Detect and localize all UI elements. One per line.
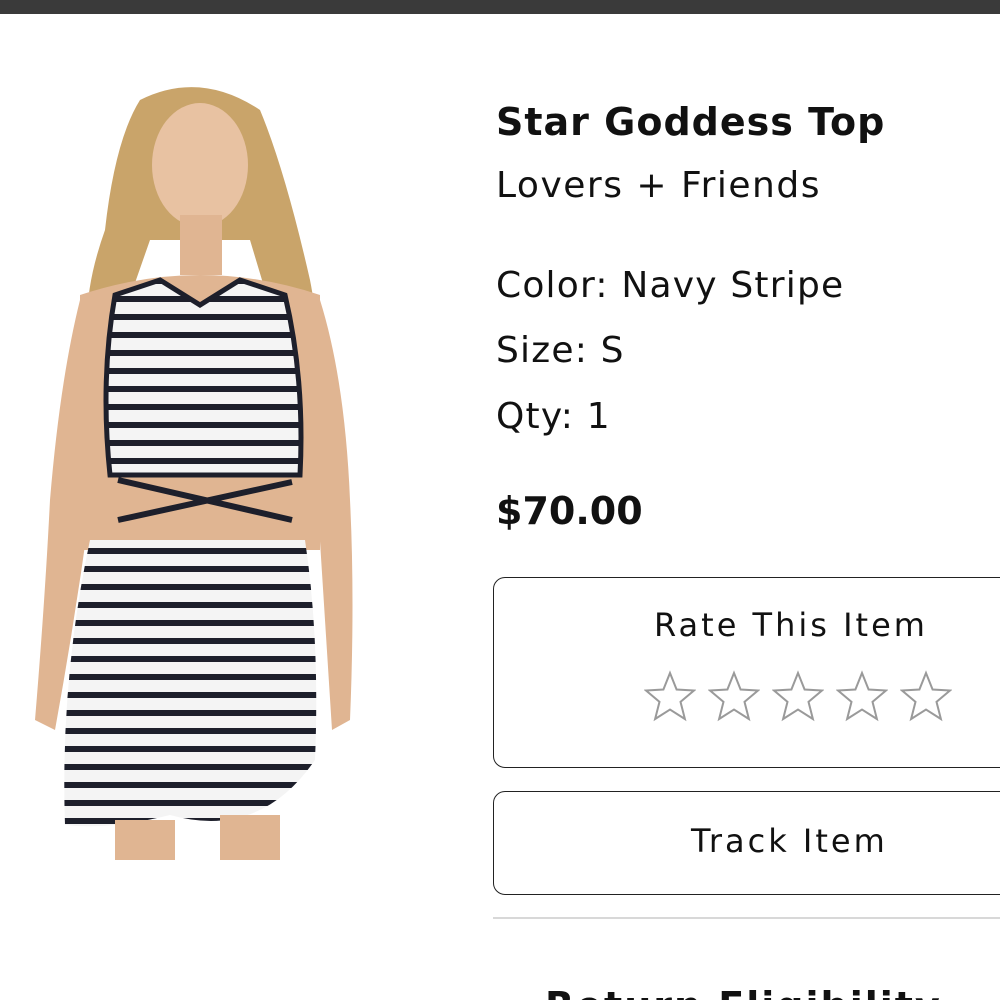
rate-item-label: Rate This Item bbox=[654, 606, 928, 644]
star-4-icon[interactable] bbox=[836, 670, 888, 722]
product-info: Star Goddess Top Lovers + Friends Color:… bbox=[496, 98, 1000, 535]
rate-item-card: Rate This Item bbox=[493, 577, 1000, 768]
star-3-icon[interactable] bbox=[772, 670, 824, 722]
track-item-label: Track Item bbox=[691, 822, 888, 860]
product-title: Star Goddess Top bbox=[496, 100, 886, 144]
product-image[interactable] bbox=[20, 80, 380, 860]
product-quantity: Qty: 1 bbox=[496, 396, 611, 437]
star-2-icon[interactable] bbox=[708, 670, 760, 722]
track-item-button[interactable]: Track Item bbox=[493, 791, 1000, 895]
order-item-detail-screen: Star Goddess Top Lovers + Friends Color:… bbox=[0, 0, 1000, 1000]
product-brand[interactable]: Lovers + Friends bbox=[496, 164, 1000, 208]
section-divider bbox=[493, 917, 1000, 919]
star-5-icon[interactable] bbox=[900, 670, 952, 722]
product-color: Color: Navy Stripe bbox=[496, 265, 845, 306]
star-1-icon[interactable] bbox=[644, 670, 696, 722]
product-price: $70.00 bbox=[496, 489, 643, 533]
status-bar bbox=[0, 0, 1000, 14]
star-rating bbox=[644, 670, 952, 722]
return-eligibility-heading: Return Eligibility bbox=[545, 984, 942, 1000]
product-size: Size: S bbox=[496, 330, 625, 371]
